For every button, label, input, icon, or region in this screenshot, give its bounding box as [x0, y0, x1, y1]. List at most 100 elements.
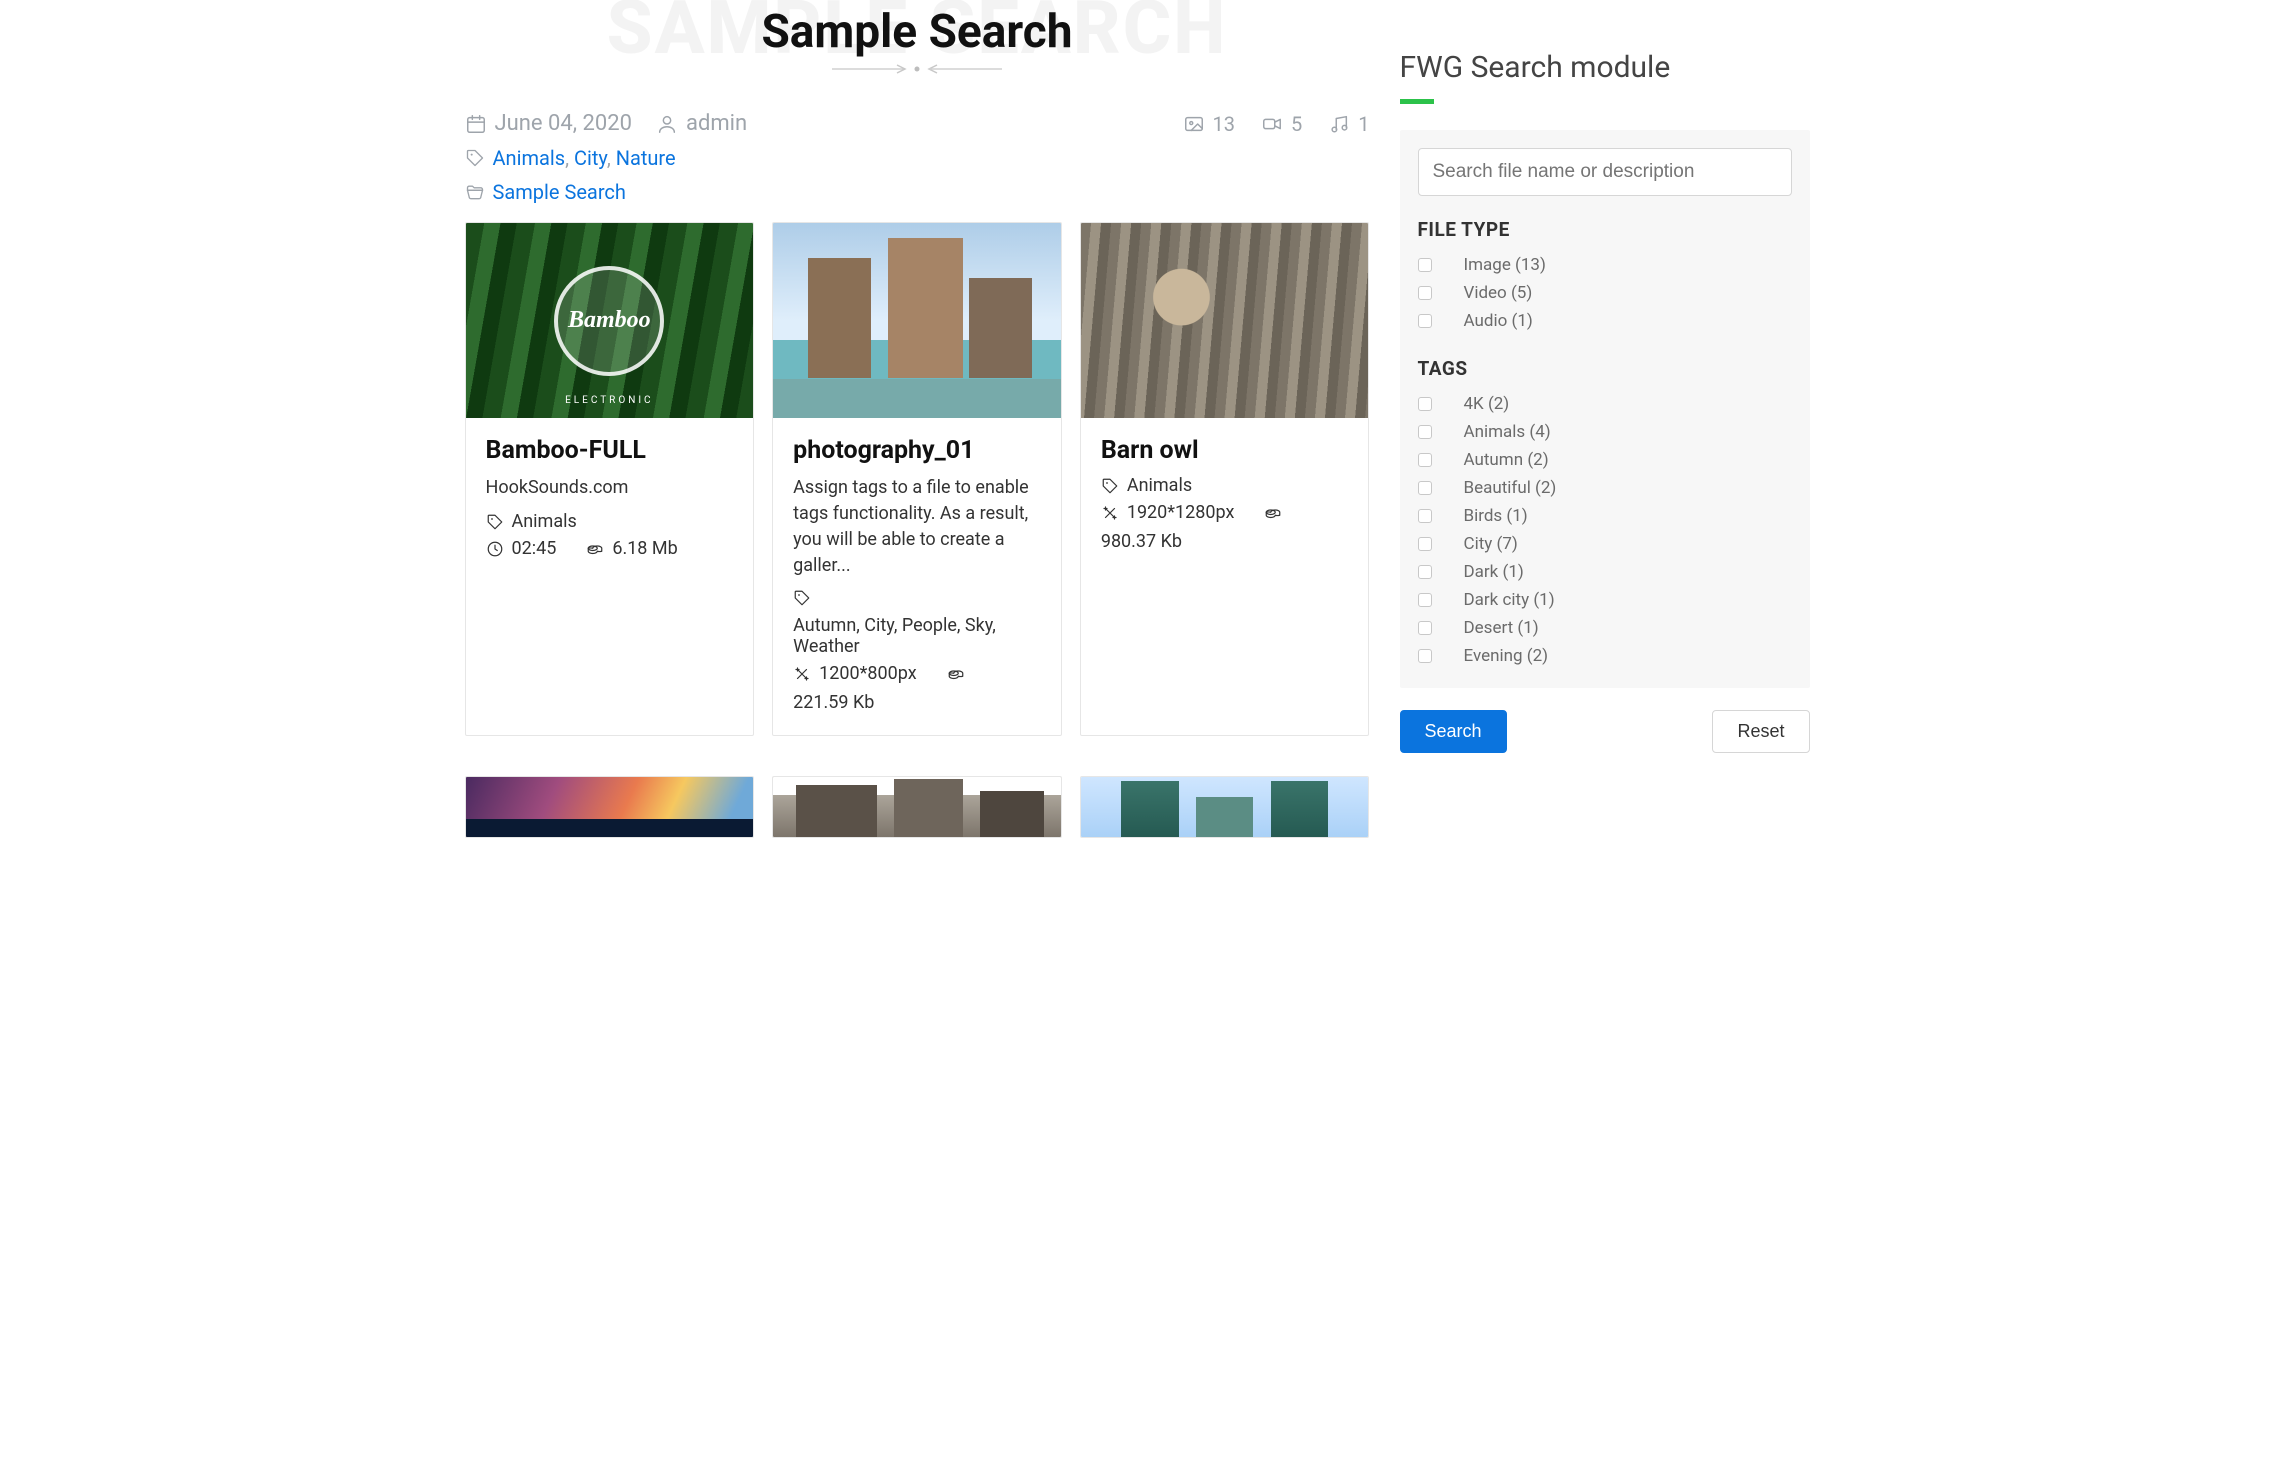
tag-checkbox[interactable] [1418, 537, 1432, 551]
meta-tag-link[interactable]: Nature [616, 146, 676, 170]
count-videos: 5 [1261, 112, 1302, 136]
result-card[interactable]: Barn owl Animals 1920*1280px 980.37 Kb [1080, 222, 1370, 736]
sidebar-button-row: Search Reset [1400, 710, 1810, 753]
tag-label[interactable]: 4K (2) [1464, 394, 1510, 414]
card-thumbnail[interactable] [1081, 777, 1369, 837]
result-card[interactable]: photography_01 Assign tags to a file to … [772, 222, 1062, 736]
file-type-checkbox[interactable] [1418, 286, 1432, 300]
tag-checkbox[interactable] [1418, 593, 1432, 607]
card-filesize: 221.59 Kb [793, 692, 874, 713]
tag-checkbox[interactable] [1418, 649, 1432, 663]
tag-option[interactable]: Birds (1) [1418, 502, 1792, 530]
card-title[interactable]: Barn owl [1101, 436, 1349, 465]
tag-option[interactable]: City (7) [1418, 530, 1792, 558]
disk-icon [1264, 504, 1282, 522]
tag-checkbox[interactable] [1418, 397, 1432, 411]
tag-option[interactable]: Evening (2) [1418, 642, 1792, 670]
count-images-value: 13 [1213, 112, 1235, 136]
tag-icon [793, 589, 811, 607]
file-type-label[interactable]: Audio (1) [1464, 311, 1533, 331]
meta-bar: June 04, 2020 admin 13 5 1 [465, 111, 1370, 136]
filter-title-file-type: FILE TYPE [1418, 218, 1792, 241]
card-tags: Animals [512, 511, 577, 532]
card-thumbnail[interactable]: Bamboo ELECTRONIC [466, 223, 754, 418]
result-card[interactable]: Bamboo ELECTRONIC Bamboo-FULL HookSounds… [465, 222, 755, 736]
video-icon [1261, 113, 1283, 135]
card-thumbnail[interactable] [1081, 223, 1369, 418]
search-button[interactable]: Search [1400, 710, 1507, 753]
clock-icon [486, 540, 504, 558]
sidebar: FWG Search module FILE TYPE Image (13) Vi… [1400, 0, 1810, 838]
file-type-option[interactable]: Audio (1) [1418, 307, 1792, 335]
tag-icon [1101, 477, 1119, 495]
count-audio: 1 [1328, 112, 1369, 136]
meta-tag-link[interactable]: City [574, 146, 607, 170]
page-title-block: SAMPLE SEARCH Sample Search [465, 0, 1370, 81]
card-title[interactable]: Bamboo-FULL [486, 436, 734, 465]
card-description: HookSounds.com [486, 475, 734, 501]
card-thumbnail[interactable] [773, 777, 1061, 837]
user-icon [656, 113, 678, 135]
reset-button[interactable]: Reset [1712, 710, 1809, 753]
tag-label[interactable]: Animals (4) [1464, 422, 1551, 442]
filter-file-type: FILE TYPE Image (13) Video (5) Audio (1) [1418, 218, 1792, 335]
thumb-genre-label: ELECTRONIC [466, 395, 754, 406]
count-images: 13 [1183, 112, 1235, 136]
results-grid: Bamboo ELECTRONIC Bamboo-FULL HookSounds… [465, 222, 1370, 736]
result-card[interactable] [465, 776, 755, 838]
play-badge-icon[interactable]: Bamboo [554, 266, 664, 376]
card-thumbnail[interactable] [466, 777, 754, 837]
tag-option[interactable]: Animals (4) [1418, 418, 1792, 446]
dimensions-icon [1101, 504, 1119, 522]
tag-checkbox[interactable] [1418, 425, 1432, 439]
tag-checkbox[interactable] [1418, 453, 1432, 467]
file-type-checkbox[interactable] [1418, 314, 1432, 328]
meta-tag-links: Animals, City, Nature [493, 146, 676, 170]
tag-option[interactable]: Dark (1) [1418, 558, 1792, 586]
card-title[interactable]: photography_01 [793, 436, 1041, 465]
tag-checkbox[interactable] [1418, 509, 1432, 523]
file-type-label[interactable]: Image (13) [1464, 255, 1546, 275]
tag-checkbox[interactable] [1418, 565, 1432, 579]
calendar-icon [465, 113, 487, 135]
meta-category-links: Sample Search [493, 180, 626, 204]
file-type-option[interactable]: Image (13) [1418, 251, 1792, 279]
tag-label[interactable]: Desert (1) [1464, 618, 1539, 638]
result-card[interactable] [1080, 776, 1370, 838]
tag-option[interactable]: Dark city (1) [1418, 586, 1792, 614]
file-type-option[interactable]: Video (5) [1418, 279, 1792, 307]
tag-label[interactable]: Birds (1) [1464, 506, 1528, 526]
tag-option[interactable]: Beautiful (2) [1418, 474, 1792, 502]
card-body: Barn owl Animals 1920*1280px 980.37 Kb [1081, 418, 1369, 574]
file-type-checkbox[interactable] [1418, 258, 1432, 272]
card-filesize: 980.37 Kb [1101, 531, 1182, 552]
tag-label[interactable]: Dark city (1) [1464, 590, 1555, 610]
card-thumbnail[interactable] [773, 223, 1061, 418]
meta-category-link[interactable]: Sample Search [493, 180, 626, 204]
folder-open-icon [465, 182, 485, 202]
card-tags: Animals [1127, 475, 1192, 496]
file-type-label[interactable]: Video (5) [1464, 283, 1533, 303]
tag-checkbox[interactable] [1418, 481, 1432, 495]
result-card[interactable] [772, 776, 1062, 838]
meta-tag-link[interactable]: Animals [493, 146, 566, 170]
meta-date-text: June 04, 2020 [495, 111, 633, 136]
search-input[interactable] [1418, 148, 1792, 196]
meta-author: admin [656, 111, 747, 136]
tag-option[interactable]: 4K (2) [1418, 390, 1792, 418]
sidebar-heading: FWG Search module [1400, 50, 1810, 85]
tag-option[interactable]: Desert (1) [1418, 614, 1792, 642]
tag-icon [465, 148, 485, 168]
card-dimensions: 1920*1280px [1127, 502, 1235, 523]
tag-label[interactable]: Dark (1) [1464, 562, 1524, 582]
tag-label[interactable]: Beautiful (2) [1464, 478, 1557, 498]
tag-option[interactable]: Autumn (2) [1418, 446, 1792, 474]
meta-category-row: Sample Search [465, 180, 1370, 204]
tag-checkbox[interactable] [1418, 621, 1432, 635]
tag-label[interactable]: City (7) [1464, 534, 1518, 554]
count-videos-value: 5 [1291, 112, 1302, 136]
tag-label[interactable]: Autumn (2) [1464, 450, 1549, 470]
tag-label[interactable]: Evening (2) [1464, 646, 1549, 666]
card-tags: Autumn, City, People, Sky, Weather [793, 615, 1041, 657]
search-panel: FILE TYPE Image (13)Video (5)Audio (1) T… [1400, 130, 1810, 688]
